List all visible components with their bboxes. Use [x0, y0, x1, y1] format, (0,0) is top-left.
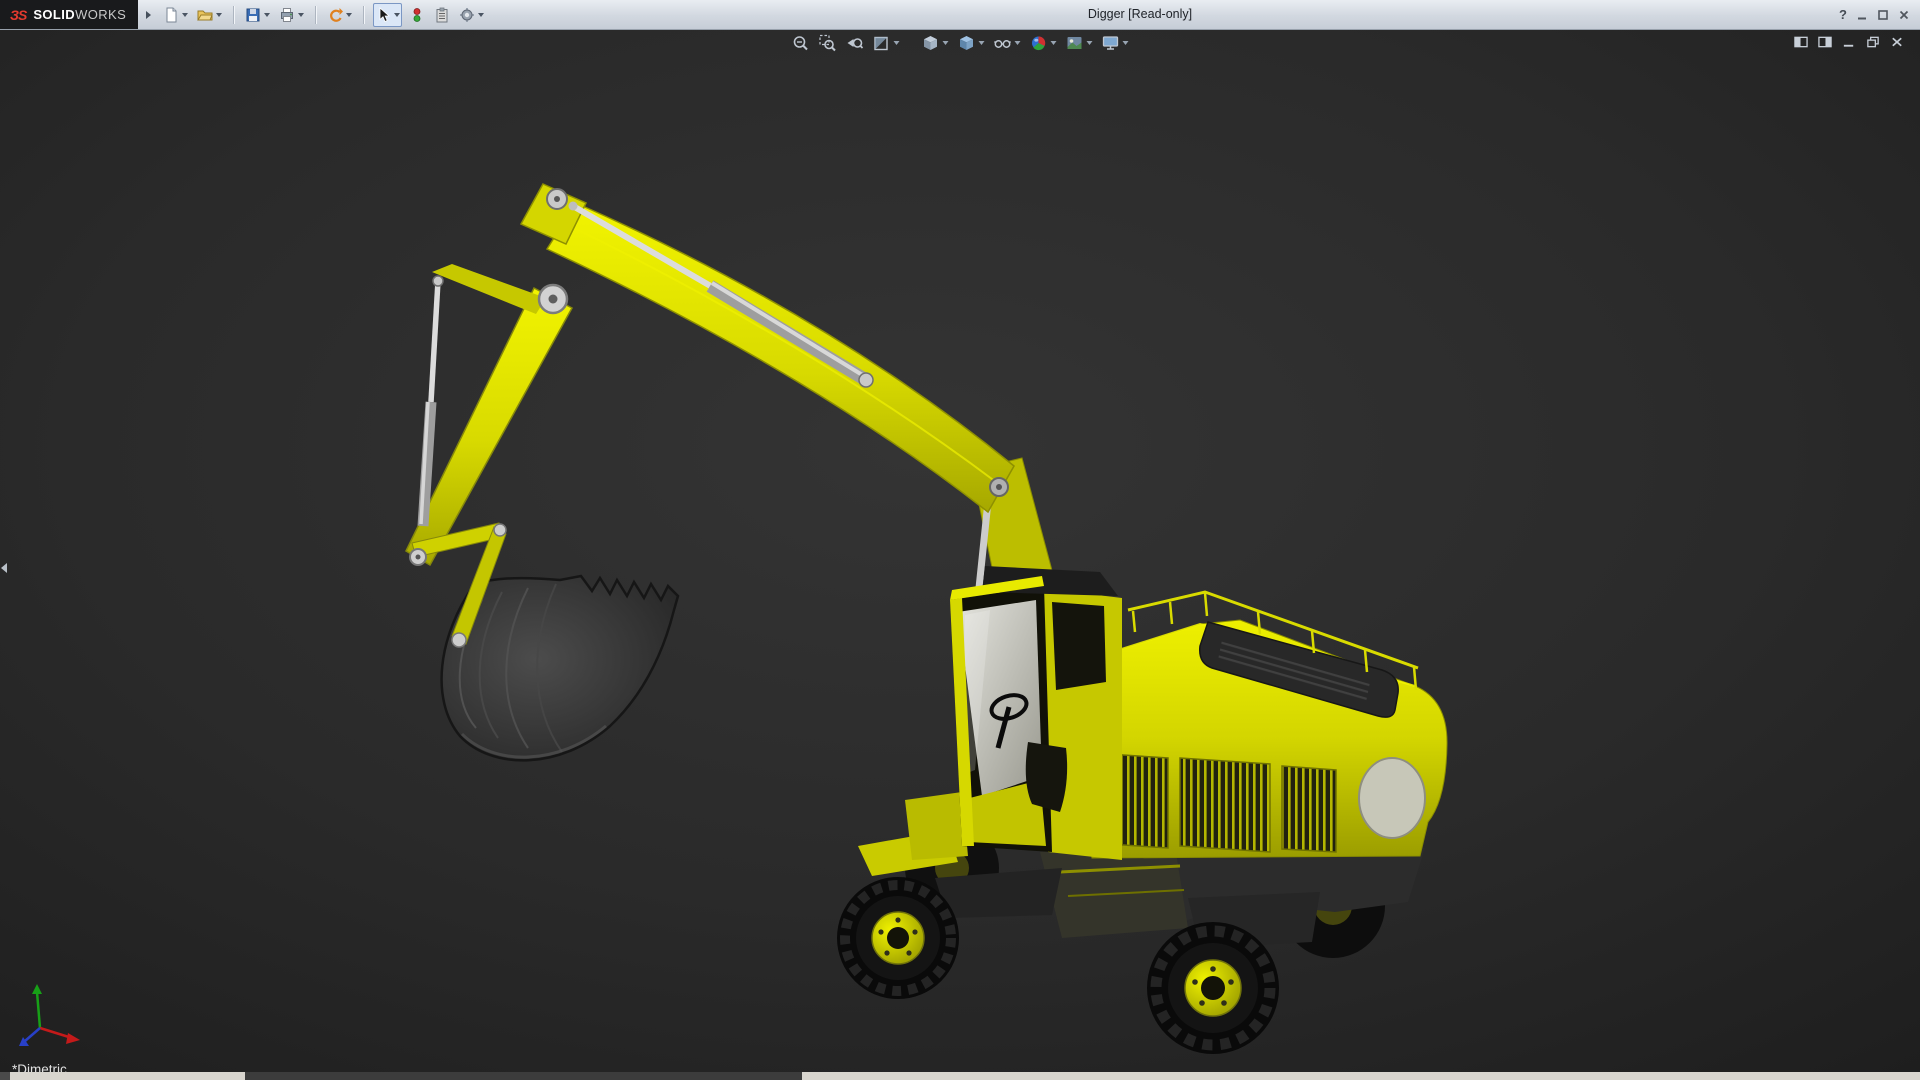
- hide-show-glasses-icon: [994, 34, 1012, 52]
- hide-show-items-button[interactable]: [993, 33, 1022, 53]
- status-strip: [0, 1072, 1920, 1080]
- undo-button[interactable]: [325, 3, 354, 27]
- dropdown-caret-icon[interactable]: [346, 13, 352, 17]
- display-style-icon: [958, 34, 976, 52]
- digger-3d-model[interactable]: [0, 29, 1920, 1072]
- toolbar-separator: [233, 6, 234, 24]
- titlebar: ЗS SOLIDWORKS: [0, 0, 1920, 30]
- select-button[interactable]: [373, 3, 402, 27]
- save-icon: [245, 7, 261, 23]
- status-strip-dark-segment: [245, 1072, 802, 1080]
- view-settings-button[interactable]: [1101, 33, 1130, 53]
- dropdown-caret-icon[interactable]: [216, 13, 222, 17]
- toolbar-separator: [363, 6, 364, 24]
- heads-up-view-toolbar: [791, 33, 1130, 53]
- dropdown-caret-icon[interactable]: [894, 41, 900, 45]
- options-button[interactable]: [457, 3, 486, 27]
- featuremanager-collapse-arrow[interactable]: [1, 551, 11, 585]
- edit-appearance-button[interactable]: [1029, 33, 1058, 53]
- pane-left-button[interactable]: [1794, 35, 1808, 49]
- window-controls: ?: [1839, 0, 1910, 29]
- solidworks-logo: ЗS SOLIDWORKS: [0, 0, 138, 29]
- zoom-to-fit-button[interactable]: [791, 33, 811, 53]
- document-restore-button[interactable]: [1866, 35, 1880, 49]
- view-orientation-button[interactable]: [921, 33, 950, 53]
- file-properties-icon: [434, 7, 450, 23]
- new-document-icon: [163, 7, 179, 23]
- collapse-left-icon: [1, 563, 7, 573]
- dropdown-caret-icon[interactable]: [182, 13, 188, 17]
- edit-appearance-sphere-icon: [1030, 34, 1048, 52]
- apply-scene-button[interactable]: [1065, 33, 1094, 53]
- dropdown-caret-icon[interactable]: [979, 41, 985, 45]
- undo-icon: [327, 7, 343, 23]
- dropdown-caret-icon[interactable]: [1123, 41, 1129, 45]
- open-button[interactable]: [195, 3, 224, 27]
- section-view-button[interactable]: [872, 33, 901, 53]
- graphics-viewport[interactable]: *Dimetric: [0, 29, 1920, 1072]
- dropdown-caret-icon[interactable]: [943, 41, 949, 45]
- dropdown-caret-icon[interactable]: [264, 13, 270, 17]
- previous-view-button[interactable]: [845, 33, 865, 53]
- toolbar-overflow-chevron-icon[interactable]: [146, 11, 151, 19]
- previous-view-icon: [846, 34, 864, 52]
- document-close-button[interactable]: [1890, 35, 1904, 49]
- toolbar-separator: [315, 6, 316, 24]
- dropdown-caret-icon[interactable]: [1087, 41, 1093, 45]
- print-button[interactable]: [277, 3, 306, 27]
- save-button[interactable]: [243, 3, 272, 27]
- options-gear-icon: [459, 7, 475, 23]
- section-view-icon: [873, 34, 891, 52]
- dropdown-caret-icon[interactable]: [1051, 41, 1057, 45]
- new-document-button[interactable]: [161, 3, 190, 27]
- document-minimize-button[interactable]: [1842, 35, 1856, 49]
- status-strip-left-block: [0, 1072, 10, 1080]
- minimize-button[interactable]: [1856, 9, 1868, 21]
- maximize-button[interactable]: [1877, 9, 1889, 21]
- window-title: Digger [Read-only]: [1088, 0, 1192, 29]
- main-toolbar: [161, 3, 486, 27]
- zoom-to-area-icon: [819, 34, 837, 52]
- view-settings-monitor-icon: [1102, 34, 1120, 52]
- rebuild-button[interactable]: [407, 3, 427, 27]
- apply-scene-icon: [1066, 34, 1084, 52]
- brand-text: SOLIDWORKS: [33, 6, 126, 24]
- display-style-button[interactable]: [957, 33, 986, 53]
- close-button[interactable]: [1898, 9, 1910, 21]
- dropdown-caret-icon[interactable]: [394, 13, 400, 17]
- pane-right-button[interactable]: [1818, 35, 1832, 49]
- dropdown-caret-icon[interactable]: [298, 13, 304, 17]
- zoom-to-area-button[interactable]: [818, 33, 838, 53]
- open-folder-icon: [197, 7, 213, 23]
- dropdown-caret-icon[interactable]: [1015, 41, 1021, 45]
- view-orientation-cube-icon: [922, 34, 940, 52]
- print-icon: [279, 7, 295, 23]
- select-cursor-icon: [375, 7, 391, 23]
- file-properties-button[interactable]: [432, 3, 452, 27]
- rebuild-stoplight-icon: [409, 7, 425, 23]
- document-window-controls: [1794, 35, 1904, 49]
- help-button[interactable]: ?: [1839, 7, 1847, 22]
- solidworks-logo-icon: ЗS: [10, 7, 26, 23]
- dropdown-caret-icon[interactable]: [478, 13, 484, 17]
- view-orientation-label: *Dimetric: [12, 1062, 67, 1072]
- zoom-to-fit-icon: [792, 34, 810, 52]
